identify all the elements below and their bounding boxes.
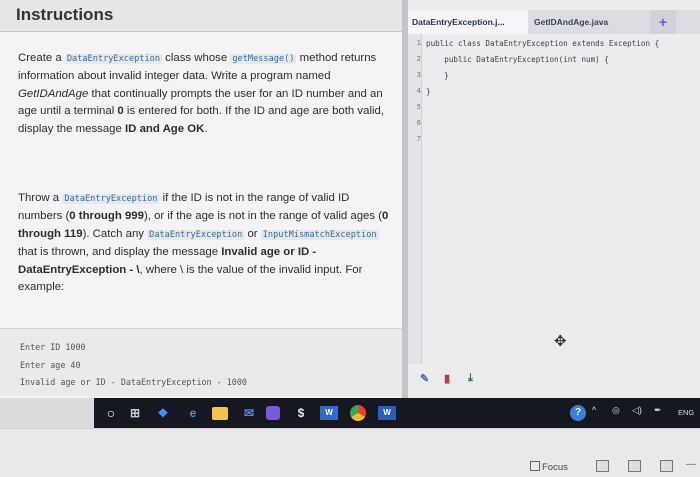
code-class-name: DataEntryException — [64, 54, 162, 64]
code-line[interactable]: } — [426, 87, 431, 96]
program-name: GetIDAndAge — [18, 87, 89, 100]
line-number: 5 — [416, 103, 421, 111]
editor-tab-bar: DataEntryException.j... GetIDAndAge.java… — [408, 10, 700, 34]
mail-icon[interactable]: ✉ — [240, 404, 258, 422]
language-indicator[interactable]: ENG — [678, 408, 694, 417]
web-layout-icon[interactable] — [660, 460, 673, 472]
code-class-name: DataEntryException — [62, 194, 160, 204]
chrome-icon[interactable] — [350, 405, 366, 421]
text: that is thrown, and display the message — [18, 246, 222, 259]
dollar-icon[interactable]: $ — [292, 404, 310, 422]
ok-message: ID and Age OK — [125, 122, 205, 135]
add-tab-button[interactable]: + — [650, 10, 676, 34]
text: . — [204, 122, 208, 135]
bookmark-icon[interactable]: ▮ — [444, 372, 450, 385]
editor-tools: ✎ ▮ ⤓ — [420, 372, 490, 388]
code-class-name: DataEntryException — [147, 229, 245, 240]
instructions-paragraph-1: Create a DataEntryException class whose … — [18, 50, 390, 138]
line-number-gutter: 1 2 3 4 5 6 7 — [408, 34, 422, 364]
tab-dataentryexception[interactable]: DataEntryException.j... — [408, 10, 528, 34]
help-icon[interactable]: ? — [570, 405, 586, 421]
focus-button[interactable]: Focus — [530, 461, 568, 473]
code-exception-name: InputMismatchException — [260, 229, 379, 240]
line-number: 7 — [416, 135, 421, 143]
file-explorer-icon[interactable] — [212, 407, 228, 420]
code-editor-pane: DataEntryException.j... GetIDAndAge.java… — [408, 0, 700, 398]
focus-label: Focus — [542, 462, 568, 473]
text: Throw a — [18, 192, 63, 204]
line-number: 2 — [416, 55, 421, 63]
code-line[interactable]: public class DataEntryException extends … — [426, 39, 659, 48]
text: or — [244, 227, 261, 240]
task-view-icon[interactable]: ⊞ — [126, 404, 144, 422]
line-number: 3 — [416, 71, 421, 79]
code-line[interactable]: } — [426, 71, 449, 80]
line-number: 6 — [416, 119, 421, 127]
instructions-title: Instructions — [16, 5, 114, 24]
pen-workspace-icon[interactable]: ✒ — [654, 405, 662, 416]
example-output: Enter ID 1000 Enter age 40 Invalid age o… — [0, 328, 402, 396]
windows-taskbar: ○ ⊞ ❖ e ✉ $ W W ? ^ ◎ ◁) ✒ ENG — [94, 398, 700, 428]
document-status-bar: Focus — — [0, 428, 700, 477]
tab-getidandage[interactable]: GetIDAndAge.java — [530, 10, 626, 34]
instructions-pane: Instructions Create a DataEntryException… — [0, 0, 402, 398]
download-icon[interactable]: ⤓ — [468, 372, 473, 385]
example-line: Enter ID 1000 — [20, 342, 86, 352]
instructions-paragraph-2: Throw a DataEntryException if the ID is … — [18, 190, 390, 296]
text: class whose — [162, 52, 231, 64]
text: ). Catch any — [82, 227, 148, 240]
code-line[interactable]: public DataEntryException(int num) { — [426, 55, 609, 64]
word-icon[interactable]: W — [320, 406, 338, 420]
example-line: Invalid age or ID - DataEntryException -… — [20, 377, 247, 387]
id-range: 0 through 999 — [69, 210, 144, 223]
focus-icon — [530, 461, 540, 471]
network-icon[interactable]: ◎ — [612, 405, 620, 416]
edge-icon[interactable]: e — [184, 404, 202, 422]
text: ), or if the age is not in the range of … — [143, 210, 383, 223]
move-cursor-icon: ✥ — [554, 333, 567, 350]
line-number: 4 — [416, 87, 421, 95]
code-method-name: getMessage() — [230, 54, 297, 64]
start-icon[interactable]: ○ — [102, 404, 120, 422]
read-mode-icon[interactable] — [596, 460, 609, 472]
teams-icon[interactable] — [266, 406, 280, 420]
line-number: 1 — [416, 39, 421, 47]
print-layout-icon[interactable] — [628, 460, 641, 472]
chevron-up-icon[interactable]: ^ — [592, 405, 596, 415]
example-line: Enter age 40 — [20, 360, 81, 370]
instructions-header: Instructions — [0, 0, 402, 32]
zoom-out-icon[interactable]: — — [686, 459, 696, 470]
volume-icon[interactable]: ◁) — [632, 405, 642, 416]
dropbox-icon[interactable]: ❖ — [154, 404, 172, 422]
text: Create a — [18, 52, 65, 64]
word-icon[interactable]: W — [378, 406, 396, 420]
pen-icon[interactable]: ✎ — [420, 372, 429, 385]
